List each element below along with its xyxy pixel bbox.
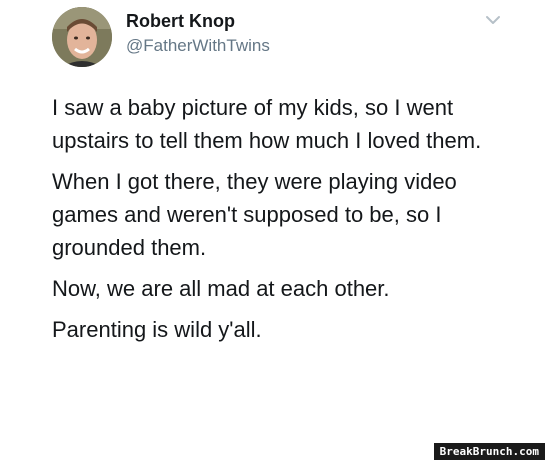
tweet-paragraph: Parenting is wild y'all. [52,317,262,342]
tweet-paragraph: When I got there, they were playing vide… [52,169,457,260]
tweet-card: Robert Knop @FatherWithTwins I saw a bab… [0,0,550,463]
user-handle[interactable]: @FatherWithTwins [126,36,270,56]
display-name[interactable]: Robert Knop [126,11,235,32]
avatar-image [52,7,112,67]
tweet-paragraph: Now, we are all mad at each other. [52,276,390,301]
tweet-paragraph: I saw a baby picture of my kids, so I we… [52,95,482,153]
avatar[interactable] [52,7,112,67]
watermark: BreakBrunch.com [432,442,546,461]
tweet-text: I saw a baby picture of my kids, so I we… [52,91,522,354]
chevron-down-icon[interactable] [484,13,502,27]
